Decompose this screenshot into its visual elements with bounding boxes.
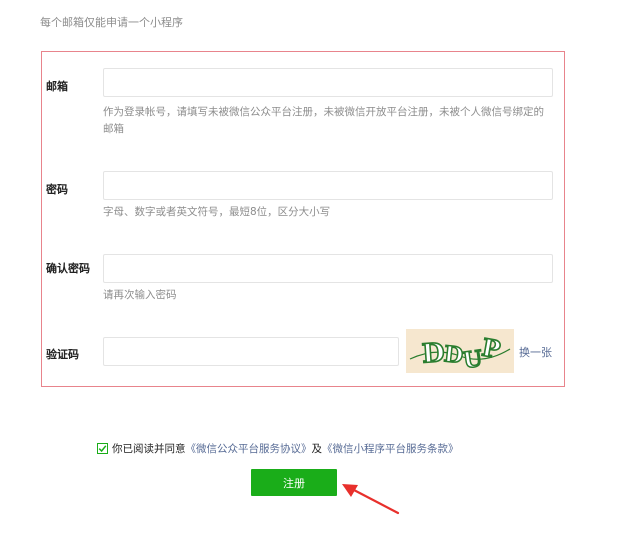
- agreement-joiner: 及: [311, 443, 323, 455]
- register-button[interactable]: 注册: [251, 469, 337, 496]
- agreement-row: 你已阅读并同意 《微信公众平台服务协议》 及 《微信小程序平台服务条款》: [97, 441, 459, 456]
- agree-checkbox[interactable]: [97, 443, 108, 454]
- service-agreement-link[interactable]: 《微信公众平台服务协议》: [186, 441, 312, 456]
- email-label: 邮箱: [46, 80, 68, 93]
- refresh-captcha-link[interactable]: 换一张: [519, 344, 552, 360]
- captcha-graphic: D D U P: [406, 329, 514, 373]
- svg-text:D: D: [443, 341, 465, 369]
- captcha-label: 验证码: [46, 348, 79, 361]
- captcha-input[interactable]: [103, 337, 399, 366]
- email-input[interactable]: [103, 68, 553, 97]
- confirm-password-label: 确认密码: [46, 262, 90, 275]
- registration-form: 邮箱 作为登录帐号，请填写未被微信公众平台注册，未被微信开放平台注册，未被个人微…: [41, 51, 565, 387]
- notice-text: 每个邮箱仅能申请一个小程序: [40, 16, 183, 29]
- agreement-text: 你已阅读并同意: [112, 443, 186, 455]
- password-input[interactable]: [103, 171, 553, 200]
- confirm-password-input[interactable]: [103, 254, 553, 283]
- email-hint: 作为登录帐号，请填写未被微信公众平台注册，未被微信开放平台注册，未被个人微信号绑…: [103, 106, 544, 135]
- terms-link[interactable]: 《微信小程序平台服务条款》: [322, 441, 459, 456]
- password-hint: 字母、数字或者英文符号，最短8位，区分大小写: [103, 206, 331, 218]
- password-label: 密码: [46, 183, 68, 196]
- arrow-annotation-icon: [342, 484, 400, 515]
- confirm-password-hint: 请再次输入密码: [103, 289, 177, 301]
- checkmark-icon: [98, 445, 107, 453]
- captcha-image[interactable]: D D U P: [406, 329, 514, 373]
